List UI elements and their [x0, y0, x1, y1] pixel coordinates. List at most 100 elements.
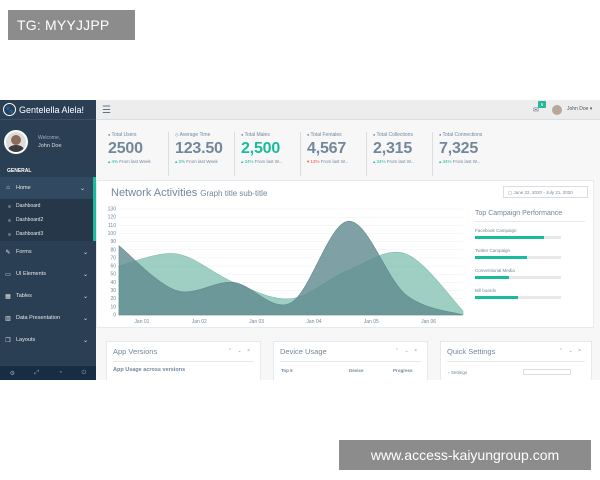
sidebar-item-label: Tables: [16, 293, 32, 299]
campaign-label: Bill boards: [475, 288, 497, 293]
menu-toggle-icon[interactable]: ☰: [102, 105, 111, 116]
chevron-down-icon: ⌄: [82, 249, 88, 256]
sidebar-item-label: UI Elements: [16, 271, 46, 277]
x-tick-label: Jan 02: [192, 319, 207, 325]
panel-tools[interactable]: ⌃ ⌄ ×: [559, 348, 583, 354]
panel-title: Network Activities Graph title sub-title: [111, 187, 268, 199]
avatar: [4, 130, 28, 154]
profile-user: John Doe: [38, 143, 62, 149]
lock-icon[interactable]: ◔: [59, 370, 63, 376]
sidebar-item-forms[interactable]: ✎ Forms ⌄: [0, 241, 96, 263]
tile-change: ▴ 34% From last W...: [373, 159, 415, 164]
watermark-tag: TG: MYYJJPP: [8, 10, 135, 40]
chevron-down-icon: ⌄: [82, 293, 88, 300]
sidebar-item-label: Home: [16, 185, 31, 191]
sidebar-nav: ⌂ Home ⌄ Dashboard Dashboard2 Dashboard3…: [0, 177, 96, 351]
panel-subtitle: Graph title sub-title: [200, 189, 268, 198]
x-tick-label: Jan 03: [249, 319, 264, 325]
panel-tools[interactable]: ⌃ ⌄ ×: [395, 348, 419, 354]
sidebar-item-tables[interactable]: ▦ Tables ⌄: [0, 285, 96, 307]
welcome-text: Welcome, John Doe: [38, 135, 62, 149]
y-tick-label: 110: [108, 223, 116, 229]
tile-value: 2,500: [241, 140, 281, 157]
column-header: Top 5: [281, 368, 293, 373]
user-menu[interactable]: John Doe ▾: [567, 106, 592, 112]
progress-bar: [475, 276, 561, 279]
panel-tools[interactable]: ⌃ ⌄ ×: [228, 348, 252, 354]
app-versions-panel: App Versions ⌃ ⌄ × App Usage across vers…: [106, 341, 261, 380]
progress-bar: [475, 296, 561, 299]
x-tick-label: Jan 06: [421, 319, 436, 325]
panel-title: Quick Settings: [447, 347, 496, 356]
sidebar-item-label: Layouts: [16, 337, 36, 343]
tile-stat: ● Total Users 2500 ▴ 4% From last Week: [102, 132, 168, 176]
x-tick-label: Jan 04: [306, 319, 321, 325]
sidebar-item-layouts[interactable]: ❐ Layouts ⌄: [0, 329, 96, 351]
campaign-label: Facebook Campaign: [475, 228, 517, 233]
tile-value: 2500: [108, 140, 143, 157]
y-tick-label: 30: [110, 288, 116, 294]
desktop-icon: ▭: [5, 271, 11, 278]
brand[interactable]: 🐾 Gentelella Alela!: [0, 100, 96, 120]
sidebar-subitem-dashboard3[interactable]: Dashboard3: [0, 227, 93, 241]
clone-icon: ❐: [5, 337, 11, 344]
sidebar-item-label: Data Presentation: [16, 315, 61, 321]
progress-bar: [475, 236, 561, 239]
x-tick-label: Jan 05: [364, 319, 379, 325]
fullscreen-icon[interactable]: ⤢: [34, 370, 39, 377]
mail-badge: 6: [538, 101, 546, 108]
tile-stat: ● Total Males 2,500 ▴ 34% From last W...: [234, 132, 300, 176]
settings-select[interactable]: [523, 369, 571, 375]
sidebar-subitem-dashboard2[interactable]: Dashboard2: [0, 213, 93, 227]
y-tick-label: 50: [110, 272, 116, 278]
logout-icon[interactable]: ⏻: [82, 370, 87, 377]
y-tick-label: 120: [108, 215, 117, 221]
sidebar-item-data-presentation[interactable]: ▥ Data Presentation ⌄: [0, 307, 96, 329]
bar-chart-icon: ▥: [5, 315, 11, 322]
section-label: GENERAL: [7, 168, 32, 174]
campaign-label: Conventional Media: [475, 268, 515, 273]
sidebar-item-label: Forms: [16, 249, 32, 255]
tile-stat: ● Total Collections 2,315 ▴ 34% From last …: [366, 132, 432, 176]
tile-value: 123.50: [175, 140, 223, 157]
sidebar-subitem-dashboard[interactable]: Dashboard: [0, 199, 93, 213]
panel-title: App Versions: [113, 347, 158, 356]
campaign-item: Facebook Campaign: [475, 228, 585, 239]
settings-icon[interactable]: ⚙: [10, 370, 15, 377]
sidebar: 🐾 Gentelella Alela! Welcome, John Doe GE…: [0, 100, 96, 380]
tile-change: ▴ 34% From last W...: [241, 159, 283, 164]
network-chart: 0 10 20 30 40 50 60 70 80 90 100 110 120 130 Jan 01 Jan…: [108, 207, 464, 325]
tile-stat: ● Total Females 4,567 ▾ 12% From last W...: [300, 132, 366, 176]
y-tick-label: 0: [113, 313, 116, 319]
panel-subtitle: App Usage across versions: [113, 367, 186, 373]
y-tick-label: 40: [110, 280, 116, 286]
sidebar-footer: ⚙ ⤢ ◔ ⏻: [0, 366, 96, 380]
tile-value: 2,315: [373, 140, 413, 157]
chevron-down-icon: ⌄: [82, 337, 88, 344]
tile-stat: ● Total Connections 7,325 ▴ 34% From last …: [432, 132, 498, 176]
sidebar-item-ui-elements[interactable]: ▭ UI Elements ⌄: [0, 263, 96, 285]
column-header: Progress: [393, 368, 413, 373]
settings-item[interactable]: Settings: [448, 370, 467, 375]
chevron-down-icon: ⌄: [82, 315, 88, 322]
campaign-title: Top Campaign Performance: [475, 210, 585, 222]
campaign-item: Conventional Media: [475, 268, 585, 279]
y-tick-label: 130: [108, 207, 117, 213]
edit-icon: ✎: [5, 249, 11, 256]
quick-settings-panel: Quick Settings ⌃ ⌄ × Settings: [440, 341, 592, 380]
y-tick-label: 80: [110, 247, 116, 253]
tile-value: 4,567: [307, 140, 347, 157]
tile-change: ▾ 12% From last W...: [307, 159, 349, 164]
main-content: ● Total Users 2500 ▴ 4% From last Week ◷ Av…: [96, 120, 600, 380]
y-tick-label: 70: [110, 255, 116, 261]
sidebar-item-home[interactable]: ⌂ Home ⌄: [0, 177, 96, 199]
dashboard-app: 🐾 Gentelella Alela! Welcome, John Doe GE…: [0, 100, 600, 380]
campaign-item: Bill boards: [475, 288, 585, 299]
y-tick-label: 100: [108, 231, 117, 237]
paw-icon: 🐾: [3, 103, 16, 116]
tile-change: ▴ 3% From last Week: [175, 159, 218, 164]
tile-change: ▴ 4% From last Week: [108, 159, 151, 164]
date-range-picker[interactable]: ▢ June 22, 2020 - July 21, 2020: [503, 186, 588, 198]
home-submenu: Dashboard Dashboard2 Dashboard3: [0, 199, 96, 241]
user-avatar[interactable]: [552, 105, 562, 115]
